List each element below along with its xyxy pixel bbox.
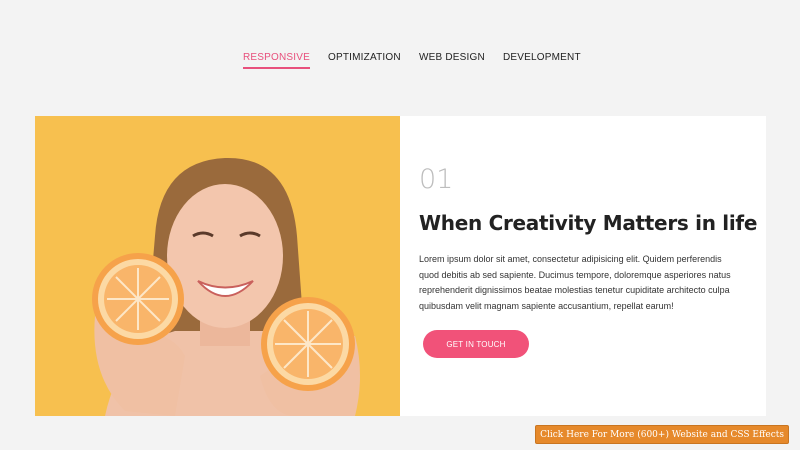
tab-web-design[interactable]: WEB DESIGN <box>419 52 485 67</box>
woman-grapefruit-illustration <box>35 116 400 416</box>
feature-number: 01 <box>419 164 454 195</box>
feature-title: When Creativity Matters in life <box>419 211 758 235</box>
tab-responsive[interactable]: RESPONSIVE <box>243 52 311 69</box>
more-effects-link[interactable]: Click Here For More (600+) Website and C… <box>535 425 789 444</box>
feature-card: 01 When Creativity Matters in life Lorem… <box>35 116 766 416</box>
feature-description: Lorem ipsum dolor sit amet, consectetur … <box>419 254 731 311</box>
feature-photo <box>35 116 400 416</box>
tab-development[interactable]: DEVELOPMENT <box>503 52 581 67</box>
get-in-touch-button[interactable]: GET IN TOUCH <box>423 330 529 358</box>
tab-optimization[interactable]: OPTIMIZATION <box>328 52 401 67</box>
feature-content: 01 When Creativity Matters in life Lorem… <box>400 116 766 416</box>
